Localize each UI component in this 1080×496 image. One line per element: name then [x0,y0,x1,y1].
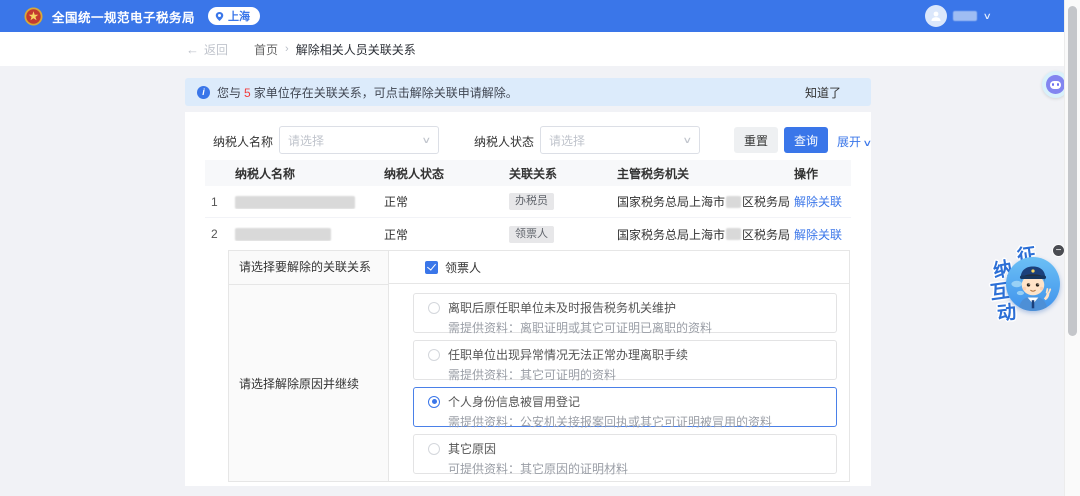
screen: 全国统一规范电子税务局 上海 ∨ ← 返回 首页 › 解除相关人员关联关系 i … [0,0,1080,496]
breadcrumb: 首页 › 解除相关人员关联关系 [254,41,416,58]
relation-cell: 领票人 [505,225,613,243]
info-icon: i [197,85,210,99]
breadcrumb-bar: ← 返回 首页 › 解除相关人员关联关系 [0,32,1064,66]
chevron-down-icon: ∨ [862,138,873,148]
reason-option-employer-abnormal[interactable]: 任职单位出现异常情况无法正常办理离职手续 需提供资料：其它可证明的资料 [413,340,837,382]
user-menu[interactable]: ∨ [925,0,992,32]
relation-tag: 领票人 [509,225,554,243]
search-button[interactable]: 查询 [784,127,829,153]
back-arrow-icon: ← [186,41,199,57]
back-button[interactable]: ← 返回 [186,41,228,58]
authority-cell: 国家税务总局上海市 区税务局 [617,195,790,209]
taxpayer-status-select[interactable]: 请选择 ∨ [540,126,700,154]
relation-to-remove-value: 领票人 [389,251,849,284]
chevron-down-icon: ∨ [421,134,432,145]
reason-option-other[interactable]: 其它原因 可提供资料：其它原因的证明材料 [413,434,837,476]
chevron-down-icon: ∨ [682,134,693,145]
radio-icon[interactable] [428,442,440,455]
reason-option-resigned[interactable]: 离职后原任职单位未及时报告税务机关维护 需提供资料：离职证明或其它可证明已离职的… [413,293,837,335]
remove-relation-form: 请选择要解除的关联关系 领票人 请选择解除原因并继续 离职后原任职单位未及时报告… [228,250,850,482]
expand-filters-link[interactable]: 展开∨ [837,133,873,150]
table-row: 2 正常 领票人 国家税务总局上海市 区税务局 解除关联 [205,218,851,250]
header-authority: 主管税务机关 [617,166,690,181]
breadcrumb-current: 解除相关人员关联关系 [295,42,416,57]
relation-checkbox[interactable] [425,260,438,274]
filter-label-taxpayer-name: 纳税人名称 [212,135,273,149]
filter-bar: 纳税人名称 请选择 ∨ 纳税人状态 请选择 ∨ 重置 查询 展开∨ [185,112,873,158]
banner-dismiss-button[interactable]: 知道了 [805,84,841,101]
scrollbar-thumb[interactable] [1068,6,1077,336]
taxpayer-name-placeholder: 请选择 [288,133,325,148]
header-relation: 关联关系 [509,166,558,181]
taxpayer-status: 正常 [384,227,409,242]
back-label: 返回 [204,42,229,57]
content-card: 纳税人名称 请选择 ∨ 纳税人状态 请选择 ∨ 重置 查询 展开∨ 纳税人名称 … [185,112,873,486]
taxpayer-name-redacted [231,194,380,209]
header-taxpayer-status: 纳税人状态 [384,166,445,181]
reason-option-desc: 需提供资料：其它可证明的资料 [448,368,617,382]
scrollbar-track[interactable] [1064,0,1080,496]
table-row: 1 正常 办税员 国家税务总局上海市 区税务局 解除关联 [205,186,851,218]
robot-icon [1046,75,1065,94]
filter-label-taxpayer-status: 纳税人状态 [473,135,534,149]
avatar [925,5,947,27]
national-emblem-icon [24,6,43,26]
reason-option-desc: 需提供资料：离职证明或其它可证明已离职的资料 [448,321,713,335]
taxpayer-name-redacted [231,227,380,242]
user-name-redacted [953,11,977,21]
header-taxpayer-name: 纳税人名称 [235,166,296,181]
table-header-row: 纳税人名称 纳税人状态 关联关系 主管税务机关 操作 [205,160,851,186]
relation-checkbox-label: 领票人 [445,260,482,275]
taxpayer-status-placeholder: 请选择 [549,133,586,148]
relation-cell: 办税员 [505,193,613,210]
relation-count: 5 [244,85,251,100]
location-label: 上海 [228,11,251,23]
location-switcher[interactable]: 上海 [208,7,261,25]
header-action: 操作 [794,166,819,181]
reason-label: 请选择解除原因并继续 [229,285,389,481]
reason-option-desc: 可提供资料：其它原因的证明材料 [448,462,629,476]
person-icon [931,11,941,21]
breadcrumb-separator-icon: › [285,43,289,55]
reason-options: 离职后原任职单位未及时报告税务机关维护 需提供资料：离职证明或其它可证明已离职的… [389,285,849,481]
district-redacted [726,195,741,208]
authority-cell: 国家税务总局上海市 区税务局 [617,227,790,242]
reset-button[interactable]: 重置 [734,127,779,153]
banner-text: 您与 5 家单位存在关联关系，可点击解除关联申请解除。 [217,85,518,100]
topbar: 全国统一规范电子税务局 上海 ∨ [0,0,1064,32]
reason-option-desc: 需提供资料：公安机关接报案回执或其它可证明被冒用的资料 [448,415,773,429]
breadcrumb-home[interactable]: 首页 [254,41,278,58]
relation-to-remove-label: 请选择要解除的关联关系 [229,251,389,285]
remove-relation-link[interactable]: 解除关联 [794,228,842,242]
remove-relation-link[interactable]: 解除关联 [794,195,842,209]
radio-icon[interactable] [428,301,440,314]
radio-icon-selected[interactable] [428,395,440,408]
row-index: 1 [211,194,218,209]
chevron-down-icon: ∨ [982,10,992,21]
radio-icon[interactable] [428,348,440,361]
app-title: 全国统一规范电子税务局 [52,10,196,25]
taxpayer-status: 正常 [384,195,409,209]
relations-table: 纳税人名称 纳税人状态 关联关系 主管税务机关 操作 1 正常 办税员 国家税务… [205,160,851,250]
info-banner: i 您与 5 家单位存在关联关系，可点击解除关联申请解除。 知道了 [185,78,871,106]
district-redacted [726,228,741,240]
taxpayer-name-select[interactable]: 请选择 ∨ [279,126,439,154]
relation-tag: 办税员 [509,193,554,210]
row-index: 2 [211,227,218,241]
tax-officer-mascot-icon [1006,257,1060,311]
interaction-mascot-widget[interactable]: 纳 征 互 动 − [985,236,1075,336]
reason-option-identity-misused[interactable]: 个人身份信息被冒用登记 需提供资料：公安机关接报案回执或其它可证明被冒用的资料 [413,387,837,429]
location-pin-icon [215,11,224,21]
